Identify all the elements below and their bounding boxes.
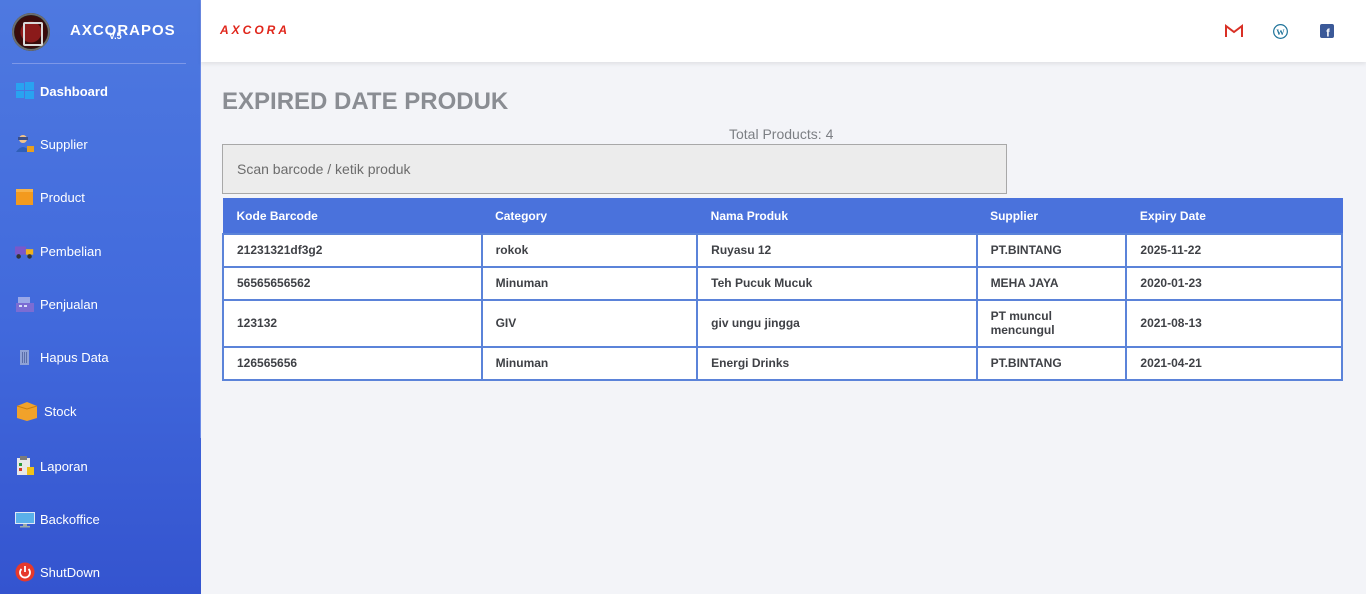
cell-nama-produk: Teh Pucuk Mucuk [696,265,978,301]
sidebar-item-dashboard[interactable]: Dashboard [0,76,201,106]
sidebar-item-hapus-data[interactable]: Hapus Data [0,342,201,372]
truck-icon [15,246,34,259]
svg-text:W: W [1276,26,1285,36]
table-row[interactable]: 56565656562 Minuman Teh Pucuk Mucuk MEHA… [222,265,1343,301]
total-products: Total Products: 4 [729,126,833,142]
report-clipboard-icon [17,456,34,475]
cell-category: GIV [480,298,699,348]
sidebar-item-label: Stock [44,403,77,419]
top-bar: AXCORA W f [201,0,1366,62]
power-icon [15,562,35,582]
sidebar-item-label: Product [40,189,85,205]
brand: AXCORAPOS V.5 [0,0,201,64]
cell-supplier: PT.BINTANG [975,345,1128,381]
sidebar-item-shutdown[interactable]: ShutDown [0,557,201,587]
sidebar-item-backoffice[interactable]: Backoffice [0,504,201,534]
sidebar-item-label: Supplier [40,136,88,152]
sidebar: AXCORAPOS V.5 Dashboard Supplier Product… [0,0,201,594]
sidebar-item-label: Laporan [40,458,88,474]
stock-box-icon [16,402,38,421]
cell-expiry-date: 2020-01-23 [1125,265,1343,301]
cell-kode-barcode: 123132 [222,298,483,348]
sidebar-item-laporan[interactable]: Laporan [0,451,201,481]
supplier-person-icon [16,135,34,152]
sidebar-item-label: ShutDown [40,564,100,580]
sidebar-item-supplier[interactable]: Supplier [0,129,201,159]
cell-nama-produk: Energi Drinks [696,345,978,381]
trash-icon [20,350,29,365]
column-header-supplier[interactable]: Supplier [976,198,1127,234]
sidebar-item-penjualan[interactable]: Penjualan [0,289,201,319]
table-row[interactable]: 123132 GIV giv ungu jingga PT muncul men… [222,298,1343,348]
table-row[interactable]: 21231321df3g2 rokok Ruyasu 12 PT.BINTANG… [222,232,1343,268]
monitor-icon [15,512,35,528]
column-header-category[interactable]: Category [481,198,698,234]
windows-icon [16,82,34,99]
cell-category: Minuman [480,345,699,381]
cell-kode-barcode: 56565656562 [222,265,483,301]
sidebar-item-stock[interactable]: Stock [0,396,201,426]
cell-expiry-date: 2021-08-13 [1125,298,1343,348]
cell-supplier: PT muncul mencungul [975,298,1128,348]
table-header-row: Kode Barcode Category Nama Produk Suppli… [222,198,1343,234]
cell-category: Minuman [480,265,699,301]
gmail-icon[interactable] [1225,22,1243,40]
cell-expiry-date: 2025-11-22 [1125,232,1343,268]
cell-nama-produk: Ruyasu 12 [696,232,978,268]
cell-supplier: MEHA JAYA [975,265,1128,301]
cell-kode-barcode: 126565656 [222,345,483,381]
app-name: AXCORAPOS [70,22,176,39]
product-box-icon [16,189,33,205]
sidebar-item-label: Dashboard [40,83,108,99]
sidebar-item-product[interactable]: Product [0,182,201,212]
sidebar-item-label: Hapus Data [40,349,109,365]
column-header-nama-produk[interactable]: Nama Produk [696,198,978,234]
cell-kode-barcode: 21231321df3g2 [222,232,483,268]
cash-register-icon [16,297,34,312]
wordpress-icon[interactable]: W [1271,22,1289,40]
expired-products-table: Kode Barcode Category Nama Produk Suppli… [222,198,1343,381]
page-title: EXPIRED DATE PRODUK [222,88,509,115]
facebook-icon[interactable]: f [1318,22,1336,40]
total-products-label: Total Products: [729,126,822,142]
column-header-expiry-date[interactable]: Expiry Date [1125,198,1343,234]
total-products-value: 4 [825,126,834,142]
search-input[interactable] [222,144,1007,194]
sidebar-item-pembelian[interactable]: Pembelian [0,236,201,266]
app-version: V.5 [109,31,122,41]
brand-divider [12,63,186,64]
cell-expiry-date: 2021-04-21 [1125,345,1343,381]
app-logo-icon [12,13,50,51]
sidebar-item-label: Backoffice [40,511,100,527]
table-row[interactable]: 126565656 Minuman Energi Drinks PT.BINTA… [222,345,1343,381]
sidebar-item-label: Penjualan [40,296,98,312]
topbar-brand-logo: AXCORA [220,23,291,37]
cell-category: rokok [480,232,699,268]
cell-supplier: PT.BINTANG [975,232,1128,268]
sidebar-item-label: Pembelian [40,243,102,259]
column-header-kode-barcode[interactable]: Kode Barcode [222,198,483,234]
svg-text:f: f [1326,28,1330,39]
cell-nama-produk: giv ungu jingga [696,298,978,348]
